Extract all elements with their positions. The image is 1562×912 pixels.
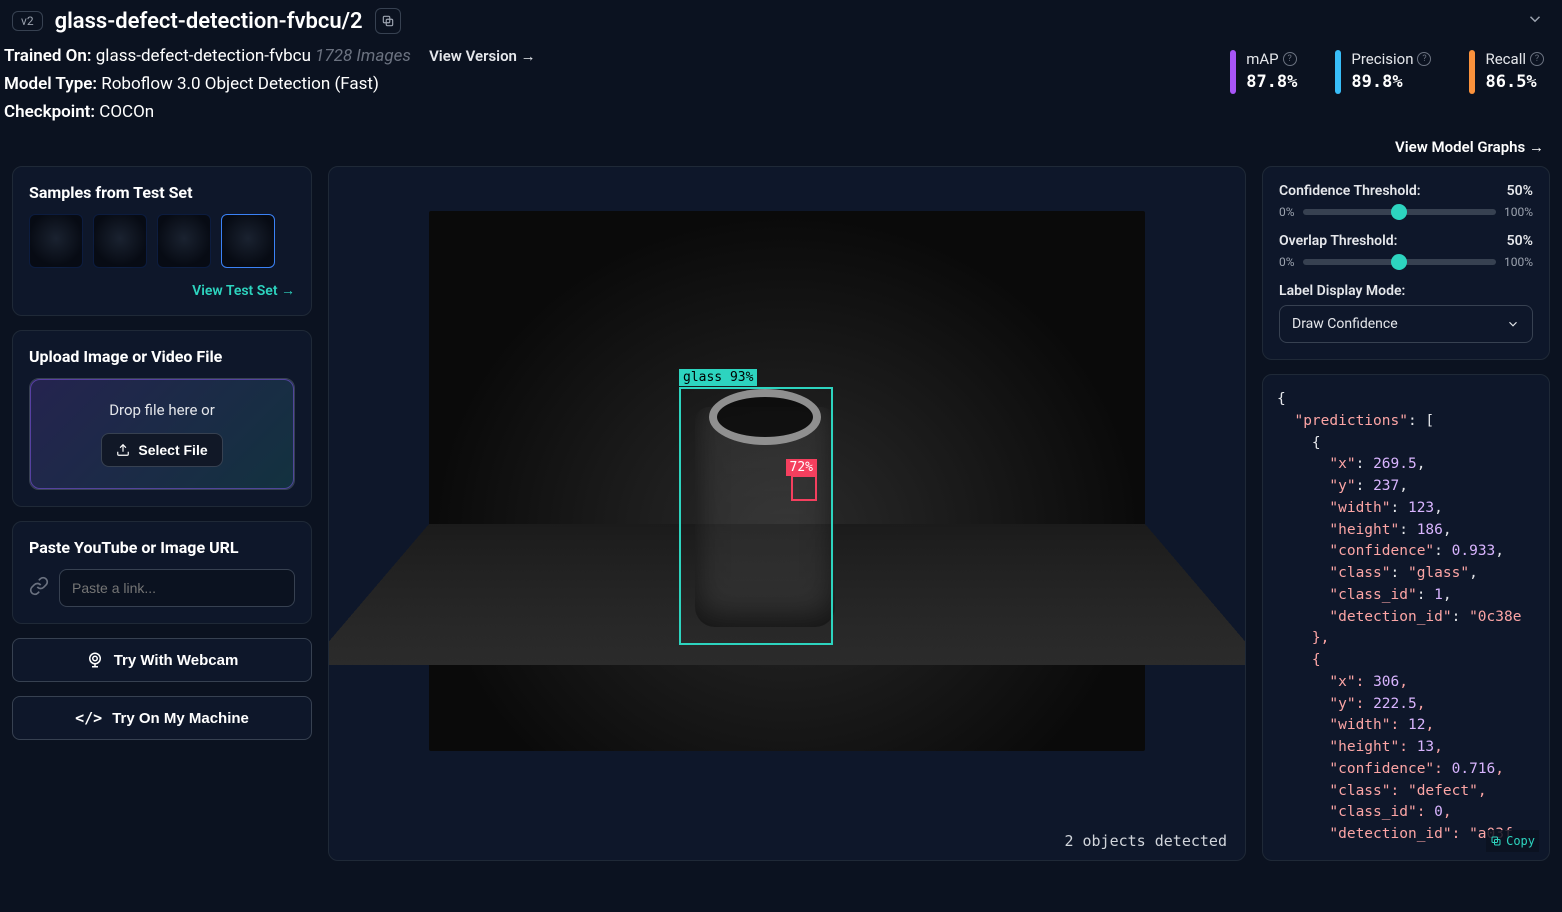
url-input[interactable] (59, 569, 295, 607)
webcam-icon (86, 651, 104, 669)
metric-bar (1469, 50, 1475, 94)
copy-icon (381, 14, 395, 28)
sample-thumb[interactable] (221, 214, 275, 268)
slider-min: 0% (1279, 205, 1295, 219)
metric-bar (1230, 50, 1236, 94)
copy-json-button[interactable]: Copy (1486, 830, 1539, 852)
samples-title: Samples from Test Set (29, 183, 295, 202)
upload-title: Upload Image or Video File (29, 347, 295, 366)
model-header: v2 glass-defect-detection-fvbcu/2 (0, 0, 1562, 42)
machine-label: Try On My Machine (112, 710, 249, 727)
upload-icon (116, 443, 130, 457)
metric-name: Recall (1485, 50, 1526, 68)
model-info: Trained On: glass-defect-detection-fvbcu… (4, 46, 1190, 130)
json-text: { "predictions": [ { "x": 269.5, "y": 23… (1277, 391, 1521, 842)
link-icon (29, 576, 49, 601)
overlap-slider[interactable] (1303, 259, 1496, 265)
code-icon: </> (75, 709, 102, 727)
json-output-panel: { "predictions": [ { "x": 269.5, "y": 23… (1262, 374, 1550, 861)
metric-name: mAP (1246, 50, 1278, 68)
bbox-defect[interactable]: 72% (791, 475, 817, 501)
upload-dropzone[interactable]: Drop file here or Select File (29, 378, 295, 490)
help-icon[interactable]: ? (1417, 52, 1431, 66)
view-model-graphs-link[interactable]: View Model Graphs → (1395, 138, 1544, 156)
metric-value: 86.5% (1485, 72, 1544, 92)
version-badge: v2 (12, 11, 43, 31)
overlap-label: Overlap Threshold: (1279, 233, 1397, 249)
checkpoint-label: Checkpoint: (4, 102, 95, 122)
select-file-label: Select File (138, 442, 207, 458)
controls-panel: Confidence Threshold: 50% 0% 100% Overla… (1262, 166, 1550, 360)
overlap-value: 50% (1507, 233, 1533, 249)
objects-detected: 2 objects detected (1064, 832, 1227, 850)
metric-value: 87.8% (1246, 72, 1297, 92)
copy-id-button[interactable] (375, 8, 401, 34)
copy-label: Copy (1506, 832, 1535, 850)
slider-knob[interactable] (1391, 254, 1407, 270)
trained-on-value: glass-defect-detection-fvbcu (96, 46, 311, 66)
try-webcam-button[interactable]: Try With Webcam (12, 638, 312, 682)
sample-thumb[interactable] (157, 214, 211, 268)
upload-panel: Upload Image or Video File Drop file her… (12, 330, 312, 507)
checkpoint-value: COCOn (99, 102, 154, 122)
metrics: mAP? 87.8% Precision? 89.8% Recall? 86.5… (1230, 46, 1544, 130)
info-row: Trained On: glass-defect-detection-fvbcu… (0, 42, 1562, 138)
paste-url-panel: Paste YouTube or Image URL (12, 521, 312, 624)
slider-max: 100% (1504, 205, 1533, 219)
try-machine-button[interactable]: </> Try On My Machine (12, 696, 312, 740)
slider-min: 0% (1279, 255, 1295, 269)
model-type-value: Roboflow 3.0 Object Detection (Fast) (101, 74, 379, 94)
trained-on-count: 1728 Images (315, 46, 411, 66)
preview-panel: glass 93% 72% 2 objects detected (328, 166, 1246, 861)
slider-max: 100% (1504, 255, 1533, 269)
drop-hint: Drop file here or (40, 401, 284, 419)
model-title: glass-defect-detection-fvbcu/2 (55, 9, 363, 34)
select-file-button[interactable]: Select File (101, 433, 222, 467)
display-mode-value: Draw Confidence (1292, 316, 1398, 332)
view-test-set-link[interactable]: View Test Set → (192, 283, 295, 299)
sample-thumb[interactable] (29, 214, 83, 268)
metric-recall: Recall? 86.5% (1469, 50, 1544, 94)
view-version-link[interactable]: View Version → (429, 47, 536, 65)
expand-toggle[interactable] (1526, 10, 1544, 33)
confidence-label: Confidence Threshold: (1279, 183, 1421, 199)
metric-bar (1335, 50, 1341, 94)
metric-precision: Precision? 89.8% (1335, 50, 1431, 94)
preview-image[interactable]: glass 93% 72% (429, 211, 1145, 751)
metric-map: mAP? 87.8% (1230, 50, 1297, 94)
display-mode-label: Label Display Mode: (1279, 283, 1405, 299)
confidence-value: 50% (1507, 183, 1533, 199)
chevron-down-icon (1506, 317, 1520, 331)
chevron-down-icon (1526, 10, 1544, 28)
model-type-label: Model Type: (4, 74, 97, 94)
webcam-label: Try With Webcam (114, 652, 239, 669)
help-icon[interactable]: ? (1283, 52, 1297, 66)
display-mode-select[interactable]: Draw Confidence (1279, 305, 1533, 343)
samples-panel: Samples from Test Set View Test Set → (12, 166, 312, 316)
bbox-label: glass 93% (679, 369, 757, 386)
paste-title: Paste YouTube or Image URL (29, 538, 295, 557)
sample-thumb[interactable] (93, 214, 147, 268)
metric-value: 89.8% (1351, 72, 1431, 92)
bbox-glass[interactable]: glass 93% (679, 387, 833, 645)
bbox-label: 72% (786, 459, 817, 476)
slider-knob[interactable] (1391, 204, 1407, 220)
metric-name: Precision (1351, 50, 1413, 68)
copy-icon (1490, 835, 1502, 847)
help-icon[interactable]: ? (1530, 52, 1544, 66)
confidence-slider[interactable] (1303, 209, 1496, 215)
trained-on-label: Trained On: (4, 46, 92, 66)
